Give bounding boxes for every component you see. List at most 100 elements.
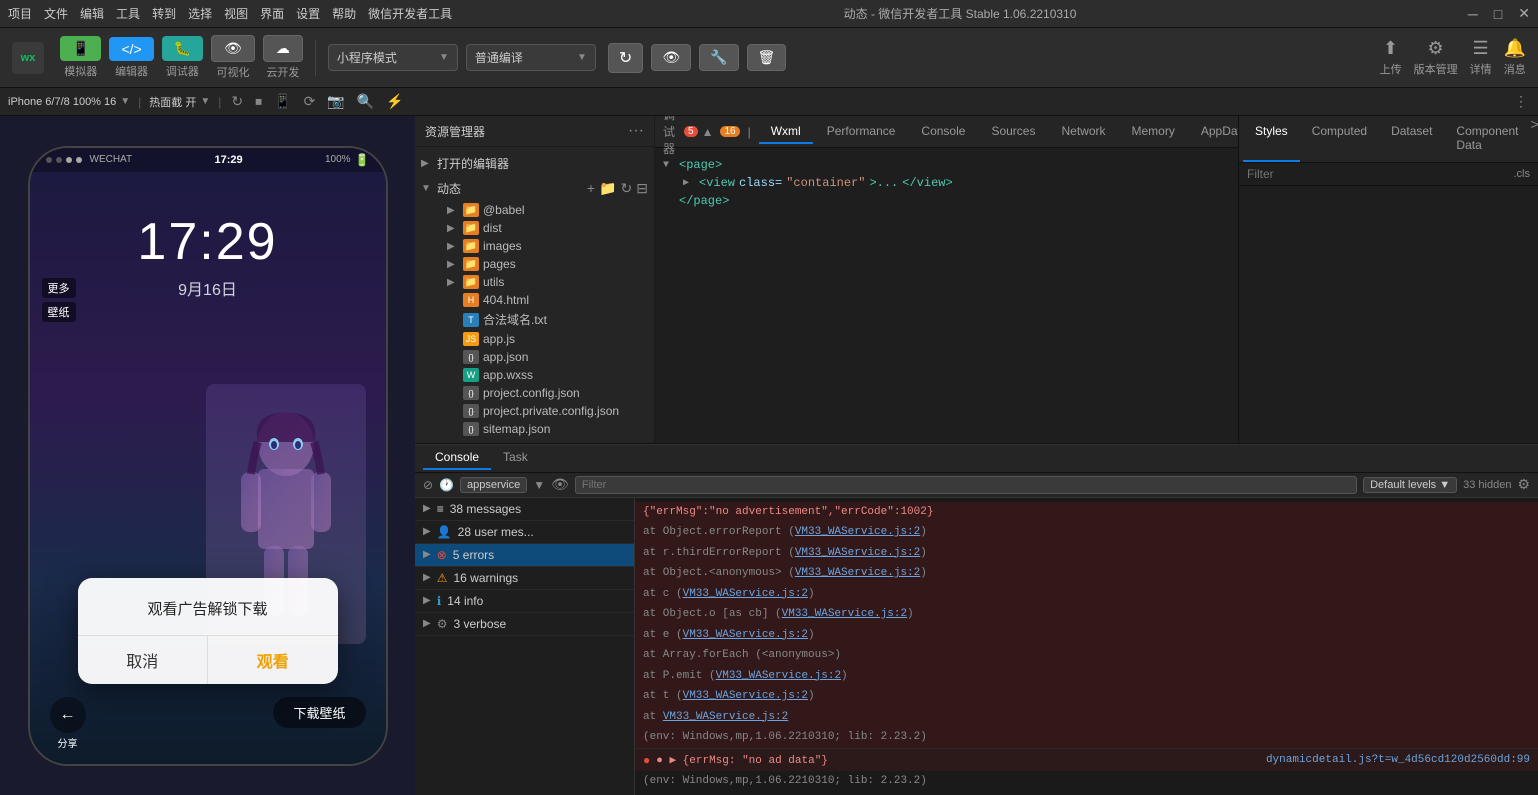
- wxml-page-open[interactable]: ▼ <page>: [663, 156, 1230, 174]
- project-root[interactable]: ▼ 动态 + 📁 ↻ ⊟: [415, 176, 654, 201]
- close-button[interactable]: ✕: [1518, 5, 1530, 22]
- file-404[interactable]: H 404.html: [415, 291, 654, 309]
- download-button[interactable]: 下载壁纸: [273, 697, 365, 728]
- refresh-button[interactable]: ↻: [608, 43, 643, 73]
- link-2[interactable]: VM33_WAService.js:2: [795, 547, 920, 559]
- collapse-icon[interactable]: ⊟: [636, 180, 648, 197]
- message-button[interactable]: 🔔 消息: [1504, 38, 1526, 77]
- bottom-error-location[interactable]: dynamicdetail.js?t=w_4d56cd120d2560dd:99: [1266, 754, 1530, 766]
- search-device-button[interactable]: 🔍: [355, 91, 376, 112]
- link-8[interactable]: VM33_WAService.js:2: [716, 670, 841, 682]
- real-debug-button[interactable]: 🔧: [699, 44, 738, 71]
- log-group-verbose[interactable]: ▶ ⚙ 3 verbose: [415, 613, 634, 636]
- device-selector[interactable]: iPhone 6/7/8 100% 16 ▼: [8, 96, 130, 108]
- clean-button[interactable]: 🗑: [747, 44, 787, 71]
- tab-appdata[interactable]: AppData: [1189, 120, 1238, 144]
- log-group-errors[interactable]: ▶ ⊗ 5 errors: [415, 544, 634, 567]
- link-4[interactable]: VM33_WAService.js:2: [683, 588, 808, 600]
- appservice-tag[interactable]: appservice: [460, 477, 527, 493]
- share-button[interactable]: ← 分享: [50, 697, 86, 750]
- menu-settings[interactable]: 设置: [296, 5, 320, 22]
- log-group-messages[interactable]: ▶ ≡ 38 messages: [415, 498, 634, 521]
- menu-project[interactable]: 项目: [8, 5, 32, 22]
- file-sitemap[interactable]: {} sitemap.json: [415, 420, 654, 438]
- menu-help[interactable]: 帮助: [332, 5, 356, 22]
- refresh-explorer-icon[interactable]: ↻: [621, 180, 633, 197]
- log-group-warnings[interactable]: ▶ ⚠ 16 warnings: [415, 567, 634, 590]
- cancel-dialog-button[interactable]: 取消: [78, 636, 208, 684]
- tab-network[interactable]: Network: [1049, 120, 1117, 144]
- mode-dropdown[interactable]: 小程序模式 ▼: [328, 44, 458, 71]
- menu-select[interactable]: 选择: [188, 5, 212, 22]
- menu-bar[interactable]: 项目 文件 编辑 工具 转到 选择 视图 界面 设置 帮助 微信开发者工具: [8, 5, 452, 22]
- log-group-info[interactable]: ▶ ℹ 14 info: [415, 590, 634, 613]
- link-5[interactable]: VM33_WAService.js:2: [782, 608, 907, 620]
- link-3[interactable]: VM33_WAService.js:2: [795, 567, 920, 579]
- window-controls[interactable]: ─ □ ✕: [1468, 5, 1530, 22]
- add-file-icon[interactable]: +: [587, 180, 595, 197]
- console-tab[interactable]: Console: [423, 446, 491, 470]
- phone-icon-button[interactable]: 📱: [272, 91, 293, 112]
- menu-edit[interactable]: 编辑: [80, 5, 104, 22]
- link-1[interactable]: VM33_WAService.js:2: [795, 526, 920, 538]
- tab-console[interactable]: Console: [909, 120, 977, 144]
- styles-tab-styles[interactable]: Styles: [1243, 116, 1300, 162]
- upload-button[interactable]: ⬆ 上传: [1380, 38, 1402, 77]
- version-button[interactable]: ⚙ 版本管理: [1414, 38, 1458, 77]
- levels-dropdown[interactable]: Default levels ▼: [1363, 477, 1457, 493]
- cloud-button[interactable]: ☁ 云开发: [263, 35, 303, 80]
- folder-utils[interactable]: ▶ 📁 utils: [415, 273, 654, 291]
- file-project-private-config[interactable]: {} project.private.config.json: [415, 402, 654, 420]
- filter-dropdown-icon[interactable]: ▼: [533, 478, 545, 492]
- preview-button[interactable]: 👁: [651, 44, 691, 71]
- menu-goto[interactable]: 转到: [152, 5, 176, 22]
- link-9[interactable]: VM33_WAService.js:2: [683, 690, 808, 702]
- tab-wxml[interactable]: Wxml: [759, 120, 813, 144]
- menu-interface[interactable]: 界面: [260, 5, 284, 22]
- hotspot-toggle[interactable]: 热面截 开 ▼: [149, 94, 210, 110]
- compiler-dropdown[interactable]: 普通编译 ▼: [466, 44, 596, 71]
- maximize-button[interactable]: □: [1494, 6, 1502, 22]
- menu-tool[interactable]: 工具: [116, 5, 140, 22]
- watch-dialog-button[interactable]: 观看: [208, 636, 338, 684]
- console-filter-input[interactable]: [575, 476, 1357, 494]
- explorer-more-button[interactable]: ···: [628, 122, 644, 140]
- simulator-button[interactable]: 📱 模拟器: [60, 36, 101, 79]
- visual-button[interactable]: 👁 可视化: [211, 35, 255, 80]
- more-device-icon[interactable]: ⋮: [1512, 91, 1530, 112]
- debugger-button[interactable]: 🐛 调试器: [162, 36, 203, 79]
- task-tab[interactable]: Task: [491, 446, 540, 470]
- console-settings-icon[interactable]: ⚙: [1517, 476, 1530, 493]
- styles-filter-input[interactable]: [1247, 167, 1510, 181]
- open-editors-header[interactable]: ▶ 打开的编辑器: [415, 151, 654, 176]
- minimize-button[interactable]: ─: [1468, 6, 1478, 22]
- details-button[interactable]: ☰ 详情: [1470, 38, 1492, 77]
- menu-file[interactable]: 文件: [44, 5, 68, 22]
- console-clear-icon[interactable]: 🕐: [439, 478, 454, 492]
- wifi-button[interactable]: ⚡: [384, 91, 405, 112]
- tab-memory[interactable]: Memory: [1120, 120, 1187, 144]
- editor-button[interactable]: </> 编辑器: [109, 37, 153, 79]
- menu-wechat[interactable]: 微信开发者工具: [368, 5, 452, 22]
- log-group-user[interactable]: ▶ 👤 28 user mes...: [415, 521, 634, 544]
- stop-button[interactable]: ⏹: [253, 91, 264, 112]
- link-6[interactable]: VM33_WAService.js:2: [683, 629, 808, 641]
- tab-sources[interactable]: Sources: [979, 120, 1047, 144]
- refresh-device-button[interactable]: ↻: [229, 91, 245, 112]
- tab-performance[interactable]: Performance: [815, 120, 908, 144]
- file-appjson[interactable]: {} app.json: [415, 348, 654, 366]
- styles-panel-more-icon[interactable]: >>: [1530, 116, 1538, 162]
- menu-view[interactable]: 视图: [224, 5, 248, 22]
- cls-button[interactable]: .cls: [1514, 168, 1531, 180]
- styles-tab-dataset[interactable]: Dataset: [1379, 116, 1444, 162]
- folder-images[interactable]: ▶ 📁 images: [415, 237, 654, 255]
- file-legal-domain[interactable]: T 合法域名.txt: [415, 309, 654, 330]
- add-folder-icon[interactable]: 📁: [599, 180, 616, 197]
- folder-babel[interactable]: ▶ 📁 @babel: [415, 201, 654, 219]
- file-appwxss[interactable]: W app.wxss: [415, 366, 654, 384]
- folder-dist[interactable]: ▶ 📁 dist: [415, 219, 654, 237]
- wxml-page-close[interactable]: </page>: [663, 192, 1230, 210]
- file-project-config[interactable]: {} project.config.json: [415, 384, 654, 402]
- wxml-view-line[interactable]: ▶ <view class= "container" >... </view>: [663, 174, 1230, 192]
- link-10[interactable]: VM33_WAService.js:2: [663, 711, 788, 723]
